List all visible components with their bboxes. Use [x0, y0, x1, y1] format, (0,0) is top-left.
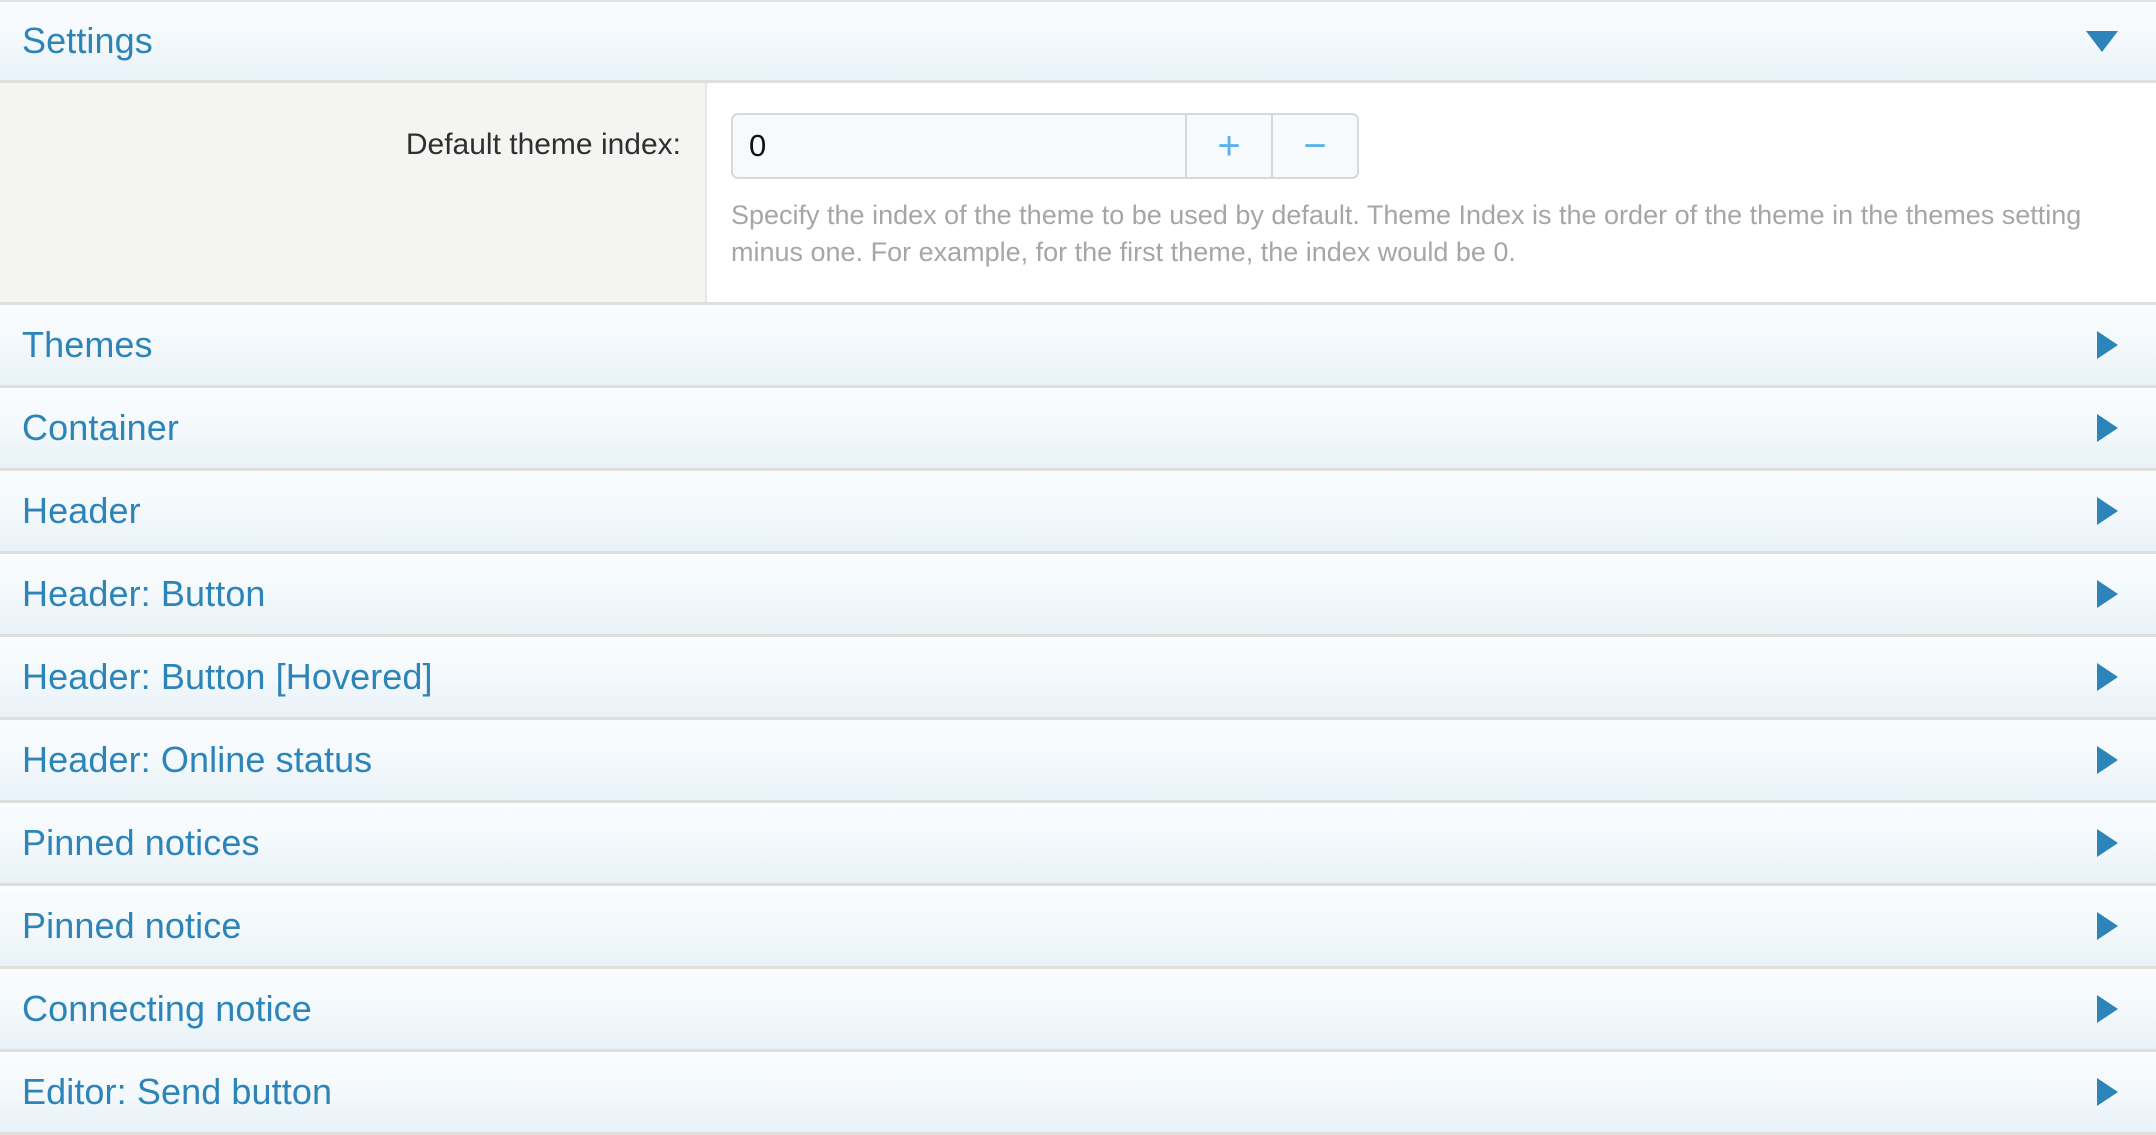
chevron-right-icon[interactable] [2097, 579, 2118, 608]
section-title: Themes [22, 323, 153, 365]
section-header-row[interactable]: Connecting notice [0, 968, 2156, 1052]
section-title: Header [22, 489, 141, 531]
chevron-right-icon[interactable] [2097, 994, 2118, 1023]
increment-button[interactable]: + [1185, 115, 1271, 177]
chevron-right-icon[interactable] [2097, 745, 2118, 774]
section-title: Header: Online status [22, 738, 373, 780]
collapsed-section-list: Themes Container Header Header: Button Heade… [0, 304, 2156, 1135]
section-header-row[interactable]: Header [0, 470, 2156, 554]
section-header-row[interactable]: Container [0, 387, 2156, 471]
section-header-row[interactable]: Editor: Send button [0, 1051, 2156, 1135]
section-header-settings[interactable]: Settings [0, 0, 2156, 83]
decrement-button[interactable]: − [1271, 115, 1357, 177]
section-title: Connecting notice [22, 987, 312, 1029]
default-theme-index-stepper: + − [731, 113, 1359, 179]
chevron-right-icon[interactable] [2097, 330, 2118, 359]
section-title: Header: Button [Hovered] [22, 655, 433, 697]
default-theme-index-help-text: Specify the index of the theme to be use… [731, 200, 2082, 268]
section-title: Header: Button [22, 572, 266, 614]
field-label-column: Default theme index: [0, 83, 707, 302]
section-title: Pinned notice [22, 904, 242, 946]
section-header-row[interactable]: Header: Button [Hovered] [0, 636, 2156, 720]
section-title-settings: Settings [22, 20, 153, 61]
section-title: Pinned notices [22, 821, 260, 863]
chevron-right-icon[interactable] [2097, 828, 2118, 857]
section-header-row[interactable]: Pinned notice [0, 885, 2156, 969]
field-control-column: + − Specify the index of the theme to be… [707, 83, 2156, 302]
section-header-row[interactable]: Pinned notices [0, 802, 2156, 886]
chevron-right-icon[interactable] [2097, 911, 2118, 940]
section-header-row[interactable]: Themes [0, 304, 2156, 388]
section-header-row[interactable]: Header: Online status [0, 719, 2156, 803]
chevron-right-icon[interactable] [2097, 496, 2118, 525]
default-theme-index-input[interactable] [733, 115, 1185, 177]
settings-section-body: Default theme index: + − Specify the ind… [0, 83, 2156, 305]
settings-accordion: Settings Default theme index: + − Specif… [0, 0, 2156, 1135]
chevron-right-icon[interactable] [2097, 662, 2118, 691]
default-theme-index-label: Default theme index: [405, 128, 681, 161]
section-header-row[interactable]: Header: Button [0, 553, 2156, 637]
section-title: Container [22, 406, 179, 448]
section-title: Editor: Send button [22, 1070, 333, 1112]
chevron-right-icon[interactable] [2097, 1077, 2118, 1106]
chevron-down-icon[interactable] [2086, 30, 2118, 52]
chevron-right-icon[interactable] [2097, 413, 2118, 442]
